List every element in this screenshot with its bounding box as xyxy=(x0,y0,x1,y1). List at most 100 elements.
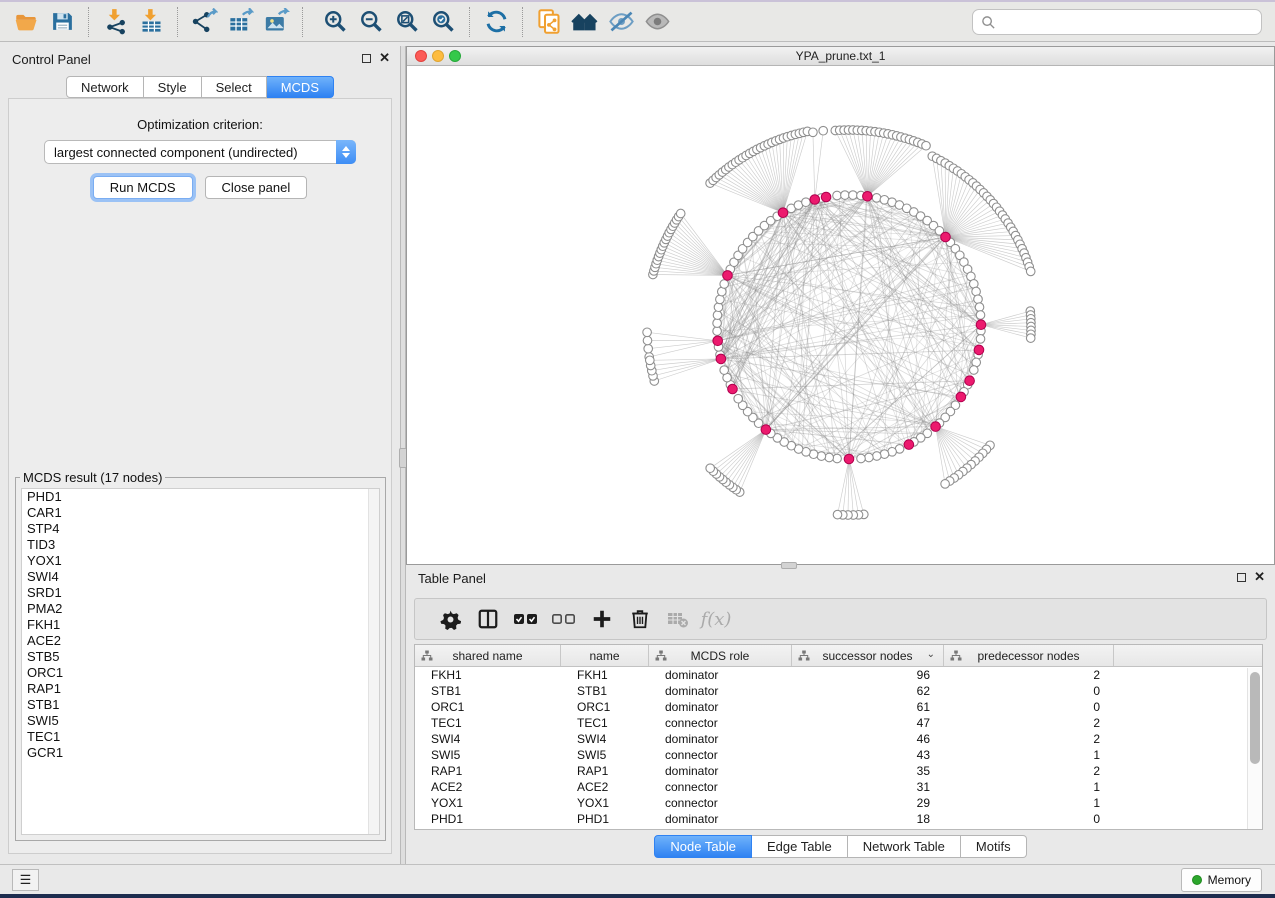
table-scrollbar[interactable] xyxy=(1247,668,1262,829)
table-cell[interactable]: STB1 xyxy=(561,683,649,699)
table-cell[interactable]: SWI4 xyxy=(561,731,649,747)
table-cell[interactable]: FKH1 xyxy=(415,667,561,683)
hide-selected-eye-icon[interactable] xyxy=(603,5,639,39)
zoom-selected-icon[interactable] xyxy=(425,5,461,39)
task-history-button[interactable]: ☰ xyxy=(12,869,39,891)
tab-motifs[interactable]: Motifs xyxy=(961,835,1027,858)
float-panel-icon[interactable] xyxy=(362,54,371,63)
table-row[interactable]: ACE2ACE2connector311 xyxy=(415,779,1262,795)
network-graph-canvas[interactable] xyxy=(407,66,1274,564)
mcds-result-item[interactable]: RAP1 xyxy=(22,681,379,697)
table-cell[interactable]: 29 xyxy=(792,795,944,811)
table-cell[interactable]: ORC1 xyxy=(415,699,561,715)
table-cell[interactable]: dominator xyxy=(649,811,792,827)
memory-button[interactable]: Memory xyxy=(1181,868,1262,892)
mcds-result-item[interactable]: FKH1 xyxy=(22,617,379,633)
search-input[interactable] xyxy=(996,12,1261,32)
mcds-result-item[interactable]: SRD1 xyxy=(22,585,379,601)
table-row[interactable]: TEC1TEC1connector472 xyxy=(415,715,1262,731)
mcds-result-item[interactable]: SWI5 xyxy=(22,713,379,729)
delete-table-icon[interactable] xyxy=(659,601,697,637)
table-cell[interactable]: 35 xyxy=(792,763,944,779)
table-cell[interactable]: connector xyxy=(649,795,792,811)
mcds-result-item[interactable]: GCR1 xyxy=(22,745,379,761)
add-column-icon[interactable] xyxy=(583,601,621,637)
mcds-result-item[interactable]: STB1 xyxy=(22,697,379,713)
table-row[interactable]: PHD1PHD1dominator180 xyxy=(415,811,1262,827)
table-scrollbar-thumb[interactable] xyxy=(1250,672,1260,764)
table-cell[interactable]: ACE2 xyxy=(415,779,561,795)
mcds-result-item[interactable]: ACE2 xyxy=(22,633,379,649)
horizontal-splitter-handle[interactable] xyxy=(781,562,797,569)
close-panel-icon[interactable]: ✕ xyxy=(379,53,390,63)
table-cell[interactable]: SWI5 xyxy=(415,747,561,763)
float-panel-icon[interactable] xyxy=(1237,573,1246,582)
mcds-result-item[interactable]: STB5 xyxy=(22,649,379,665)
table-cell[interactable]: YOX1 xyxy=(415,795,561,811)
table-cell[interactable]: dominator xyxy=(649,667,792,683)
column-header[interactable]: successor nodes⌄ xyxy=(792,645,944,666)
apply-layout-icon[interactable] xyxy=(478,5,514,39)
table-row[interactable]: SWI4SWI4dominator462 xyxy=(415,731,1262,747)
table-cell[interactable]: ORC1 xyxy=(561,699,649,715)
mcds-result-item[interactable]: STP4 xyxy=(22,521,379,537)
tab-select[interactable]: Select xyxy=(202,76,267,98)
mcds-result-item[interactable]: YOX1 xyxy=(22,553,379,569)
table-cell[interactable]: dominator xyxy=(649,763,792,779)
table-cell[interactable]: 46 xyxy=(792,731,944,747)
function-builder-icon[interactable]: f(x) xyxy=(697,601,735,637)
mcds-result-item[interactable]: PHD1 xyxy=(22,489,379,505)
table-cell[interactable]: STB1 xyxy=(415,683,561,699)
tab-network[interactable]: Network xyxy=(66,76,144,98)
column-header[interactable]: predecessor nodes xyxy=(944,645,1114,666)
search-field[interactable] xyxy=(972,9,1262,35)
mcds-list-scrollbar[interactable] xyxy=(368,489,379,834)
table-row[interactable]: FKH1FKH1dominator962 xyxy=(415,667,1262,683)
table-cell[interactable]: SWI4 xyxy=(415,731,561,747)
table-cell[interactable]: 1 xyxy=(944,747,1114,763)
table-cell[interactable]: 0 xyxy=(944,699,1114,715)
table-cell[interactable]: TEC1 xyxy=(415,715,561,731)
table-cell[interactable]: 62 xyxy=(792,683,944,699)
table-row[interactable]: SWI5SWI5connector431 xyxy=(415,747,1262,763)
window-maximize-icon[interactable] xyxy=(449,50,461,62)
zoom-fit-icon[interactable] xyxy=(389,5,425,39)
table-cell[interactable]: 2 xyxy=(944,731,1114,747)
tab-mcds[interactable]: MCDS xyxy=(267,76,334,98)
table-cell[interactable]: 18 xyxy=(792,811,944,827)
table-cell[interactable]: connector xyxy=(649,747,792,763)
import-network-icon[interactable] xyxy=(97,5,133,39)
table-cell[interactable]: 1 xyxy=(944,779,1114,795)
table-cell[interactable]: 61 xyxy=(792,699,944,715)
copy-network-icon[interactable] xyxy=(531,5,567,39)
table-cell[interactable]: dominator xyxy=(649,699,792,715)
delete-columns-icon[interactable] xyxy=(621,601,659,637)
mcds-result-item[interactable]: TEC1 xyxy=(22,729,379,745)
network-window-titlebar[interactable]: YPA_prune.txt_1 xyxy=(407,47,1274,66)
mcds-result-item[interactable]: TID3 xyxy=(22,537,379,553)
table-cell[interactable]: 31 xyxy=(792,779,944,795)
table-cell[interactable]: 43 xyxy=(792,747,944,763)
table-cell[interactable]: YOX1 xyxy=(561,795,649,811)
table-row[interactable]: STB1STB1dominator620 xyxy=(415,683,1262,699)
tab-network-table[interactable]: Network Table xyxy=(848,835,961,858)
table-cell[interactable]: connector xyxy=(649,715,792,731)
table-cell[interactable]: 0 xyxy=(944,811,1114,827)
table-cell[interactable]: RAP1 xyxy=(415,763,561,779)
show-columns-icon[interactable] xyxy=(469,601,507,637)
export-table-icon[interactable] xyxy=(222,5,258,39)
table-cell[interactable]: connector xyxy=(649,779,792,795)
close-panel-button[interactable]: Close panel xyxy=(205,176,308,199)
export-image-icon[interactable] xyxy=(258,5,294,39)
mcds-result-item[interactable]: ORC1 xyxy=(22,665,379,681)
table-cell[interactable]: dominator xyxy=(649,683,792,699)
first-neighbors-icon[interactable] xyxy=(567,5,603,39)
import-table-icon[interactable] xyxy=(133,5,169,39)
table-cell[interactable]: dominator xyxy=(649,731,792,747)
table-cell[interactable]: PHD1 xyxy=(415,811,561,827)
table-cell[interactable]: 2 xyxy=(944,667,1114,683)
mcds-result-item[interactable]: CAR1 xyxy=(22,505,379,521)
settings-gear-icon[interactable] xyxy=(431,601,469,637)
table-row[interactable]: YOX1YOX1connector291 xyxy=(415,795,1262,811)
show-all-eye-icon[interactable] xyxy=(639,5,675,39)
